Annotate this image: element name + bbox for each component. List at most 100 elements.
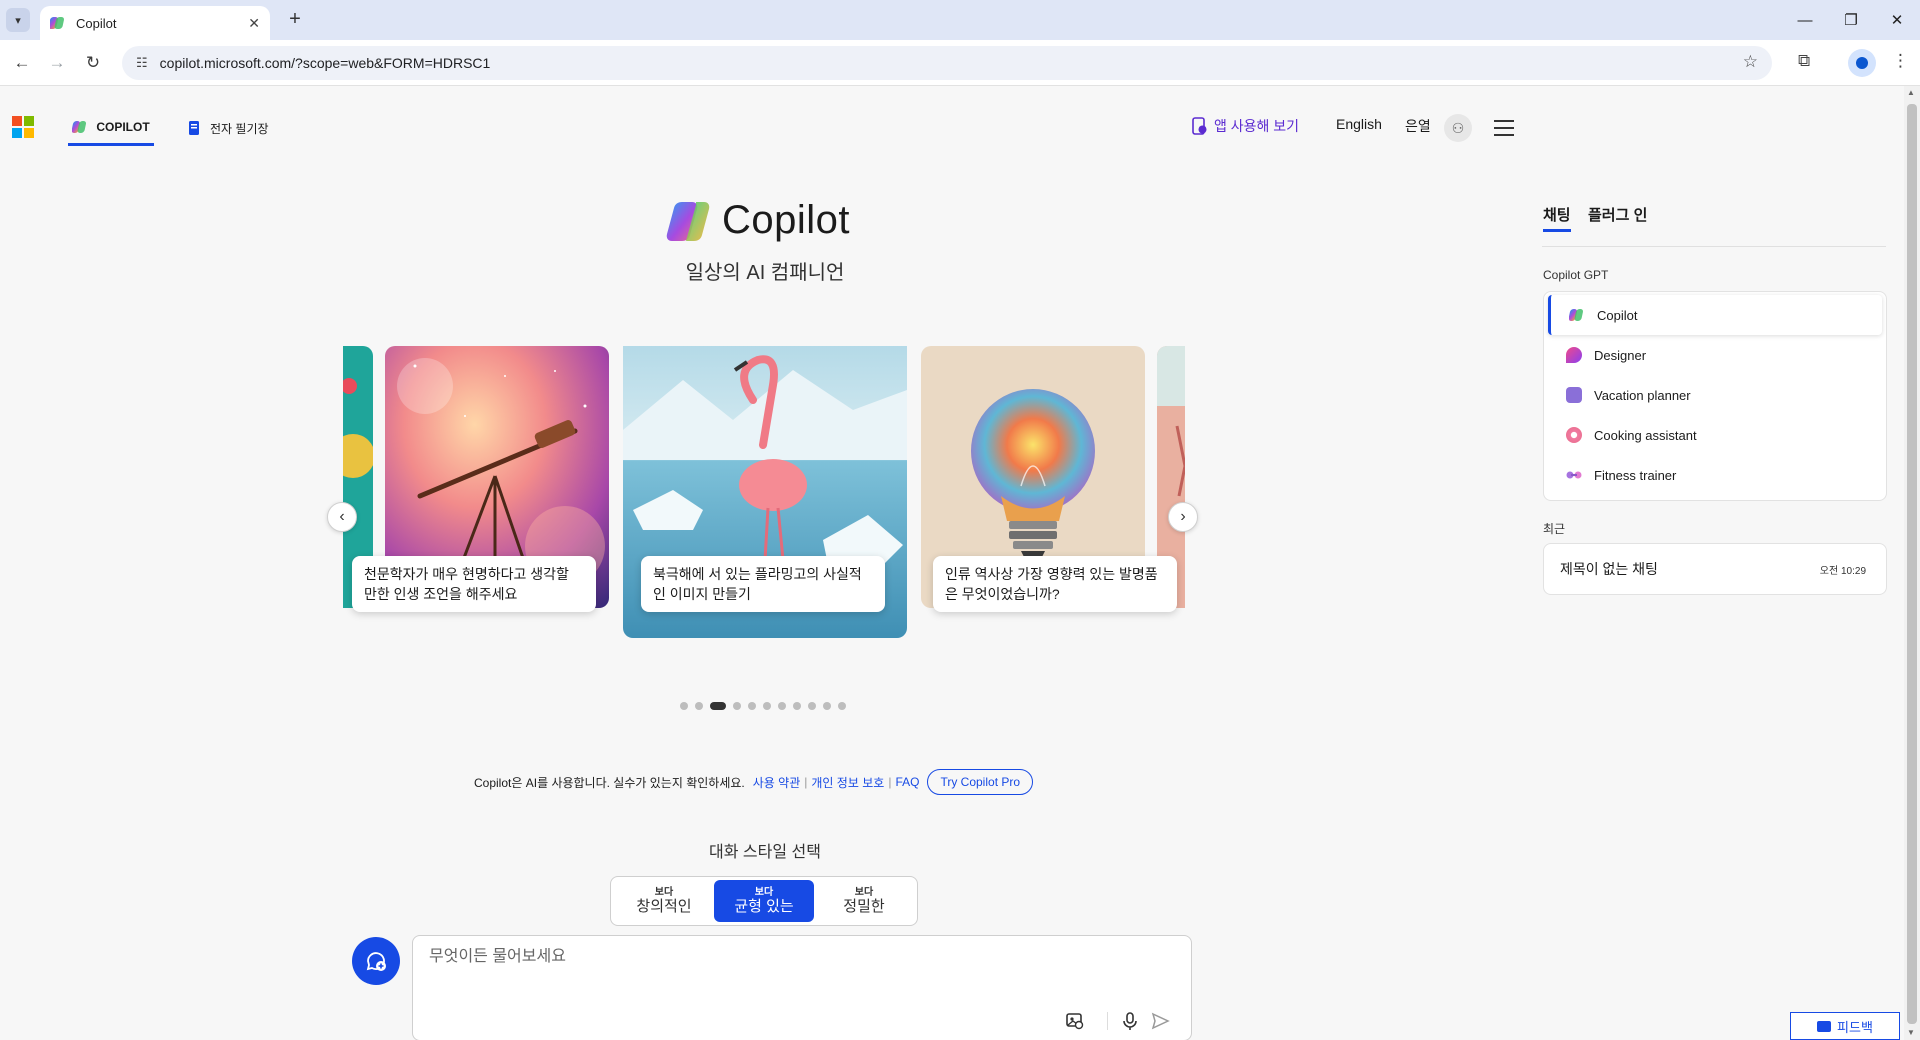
microsoft-logo[interactable] xyxy=(12,116,34,138)
gpt-name: Copilot xyxy=(1597,307,1638,323)
send-icon[interactable] xyxy=(1149,1010,1171,1032)
extensions-icon[interactable]: ⧉ xyxy=(1798,51,1810,71)
scrollbar-thumb[interactable] xyxy=(1907,104,1917,1024)
carousel-dot[interactable] xyxy=(778,702,786,710)
scroll-up-icon[interactable]: ▲ xyxy=(1907,88,1915,97)
disclaimer: Copilot은 AI를 사용합니다. 실수가 있는지 확인하세요. 사용 약관… xyxy=(474,769,1034,795)
browser-tab-strip: ▾ Copilot ✕ + — ❐ ✕ xyxy=(0,0,1920,40)
carousel-dot[interactable] xyxy=(823,702,831,710)
copilot-icon xyxy=(1569,309,1584,321)
forward-button[interactable]: → xyxy=(44,50,70,76)
new-topic-button[interactable] xyxy=(352,937,400,985)
carousel-caption-lightbulb[interactable]: 인류 역사상 가장 영향력 있는 발명품은 무엇이었습니까? xyxy=(933,556,1177,612)
copilot-title: Copilot xyxy=(722,198,851,242)
carousel-dot[interactable] xyxy=(793,702,801,710)
privacy-link[interactable]: 개인 정보 보호 xyxy=(811,774,884,791)
carousel-pagination xyxy=(680,702,853,710)
style-label: 균형 있는 xyxy=(734,898,794,915)
input-divider xyxy=(1107,1012,1108,1030)
chat-input-box xyxy=(412,935,1192,1040)
style-precise-button[interactable]: 보다 정밀한 xyxy=(814,880,914,922)
style-label: 정밀한 xyxy=(843,898,885,915)
gpt-item-vacation-planner[interactable]: Vacation planner xyxy=(1548,375,1882,415)
gpt-name: Vacation planner xyxy=(1594,387,1691,403)
tab-copilot-label: COPILOT xyxy=(96,119,150,134)
copilot-gpt-section-label: Copilot GPT xyxy=(1543,268,1609,282)
carousel-caption-flamingo[interactable]: 북극해에 서 있는 플라밍고의 사실적인 이미지 만들기 xyxy=(641,556,885,612)
tab-search-button[interactable]: ▾ xyxy=(6,8,30,32)
copilot-brand: Copilot xyxy=(666,198,850,243)
back-button[interactable]: ← xyxy=(9,50,35,76)
link-separator: | xyxy=(888,775,892,789)
gpt-item-copilot[interactable]: Copilot xyxy=(1548,295,1882,335)
style-prefix: 보다 xyxy=(854,887,874,898)
profile-avatar[interactable] xyxy=(1848,49,1876,77)
right-panel-divider xyxy=(1542,246,1886,247)
try-app-label: 앱 사용해 보기 xyxy=(1214,118,1300,134)
caption-text: 천문학자가 매우 현명하다고 생각할 만한 인생 조언을 해주세요 xyxy=(364,566,569,602)
caption-text: 북극해에 서 있는 플라밍고의 사실적인 이미지 만들기 xyxy=(653,566,862,602)
minimize-button[interactable]: — xyxy=(1782,0,1828,40)
tab-close-icon[interactable]: ✕ xyxy=(248,15,260,32)
gpt-name: Fitness trainer xyxy=(1594,467,1677,483)
gpt-item-cooking-assistant[interactable]: Cooking assistant xyxy=(1548,415,1882,455)
carousel-prev-button[interactable]: ‹ xyxy=(327,502,357,532)
carousel-dot[interactable] xyxy=(695,702,703,710)
gpt-item-fitness-trainer[interactable]: Fitness trainer xyxy=(1548,455,1882,495)
carousel-dot[interactable] xyxy=(748,702,756,710)
tab-chat-label: 채팅 xyxy=(1543,207,1571,224)
style-creative-button[interactable]: 보다 창의적인 xyxy=(614,880,714,922)
browser-menu-icon[interactable]: ⋮ xyxy=(1892,51,1909,71)
hamburger-menu-icon[interactable] xyxy=(1494,120,1514,141)
page-scrollbar[interactable]: ▲ ▼ xyxy=(1904,86,1920,1040)
new-tab-button[interactable]: + xyxy=(282,8,308,32)
faq-link[interactable]: FAQ xyxy=(895,775,919,789)
tab-plugins[interactable]: 플러그 인 xyxy=(1588,204,1647,225)
try-copilot-pro-button[interactable]: Try Copilot Pro xyxy=(927,769,1034,795)
link-separator: | xyxy=(804,775,808,789)
close-window-button[interactable]: ✕ xyxy=(1874,0,1920,40)
feedback-icon xyxy=(1817,1020,1832,1032)
reload-button[interactable]: ↻ xyxy=(80,50,106,76)
carousel-dot[interactable] xyxy=(763,702,771,710)
recent-chat-item[interactable]: 제목이 없는 채팅 오전 10:29 xyxy=(1543,543,1887,595)
carousel-caption-telescope[interactable]: 천문학자가 매우 현명하다고 생각할 만한 인생 조언을 해주세요 xyxy=(352,556,596,612)
address-bar[interactable]: ☷ copilot.microsoft.com/?scope=web&FORM=… xyxy=(122,46,1772,80)
feedback-button[interactable]: 피드백 xyxy=(1790,1012,1900,1040)
browser-tab[interactable]: Copilot ✕ xyxy=(40,6,270,40)
user-name[interactable]: 은열 xyxy=(1405,116,1431,136)
carousel-next-button[interactable]: › xyxy=(1168,502,1198,532)
carousel-dot[interactable] xyxy=(710,702,726,710)
bookmark-star-icon[interactable]: ☆ xyxy=(1743,52,1758,72)
scroll-down-icon[interactable]: ▼ xyxy=(1907,1028,1915,1037)
gpt-item-designer[interactable]: Designer xyxy=(1548,335,1882,375)
tagline: 일상의 AI 컴패니언 xyxy=(685,262,845,284)
copilot-icon xyxy=(72,120,87,133)
carousel-dot[interactable] xyxy=(808,702,816,710)
copilot-page: COPILOT 전자 필기장 앱 사용해 보기 English 은열 ⚇ Cop… xyxy=(0,86,1904,1040)
chevron-right-icon: › xyxy=(1180,508,1186,525)
tab-notebook[interactable]: 전자 필기장 xyxy=(186,110,269,146)
language-button[interactable]: English xyxy=(1336,116,1382,132)
language-label: English xyxy=(1336,116,1382,132)
microphone-icon[interactable] xyxy=(1119,1010,1141,1032)
style-balanced-button[interactable]: 보다 균형 있는 xyxy=(714,880,814,922)
carousel-dot[interactable] xyxy=(838,702,846,710)
site-info-icon[interactable]: ☷ xyxy=(136,55,148,71)
dumbbell-icon xyxy=(1566,471,1582,479)
terms-link[interactable]: 사용 약관 xyxy=(753,774,801,791)
browser-tab-title: Copilot xyxy=(76,15,117,31)
tab-chat[interactable]: 채팅 xyxy=(1543,204,1571,232)
restore-button[interactable]: ❐ xyxy=(1828,0,1874,40)
conversation-style-selector: 보다 창의적인 보다 균형 있는 보다 정밀한 xyxy=(610,876,918,926)
user-name-label: 은열 xyxy=(1405,118,1431,134)
user-avatar-icon[interactable]: ⚇ xyxy=(1444,114,1472,142)
phone-download-icon xyxy=(1192,117,1207,135)
chat-input[interactable] xyxy=(429,948,1129,966)
carousel-dot[interactable] xyxy=(733,702,741,710)
recent-chat-title: 제목이 없는 채팅 xyxy=(1560,561,1658,577)
tab-copilot[interactable]: COPILOT xyxy=(68,110,154,146)
carousel-dot[interactable] xyxy=(680,702,688,710)
image-search-icon[interactable] xyxy=(1064,1010,1086,1032)
try-app-link[interactable]: 앱 사용해 보기 xyxy=(1190,116,1299,136)
